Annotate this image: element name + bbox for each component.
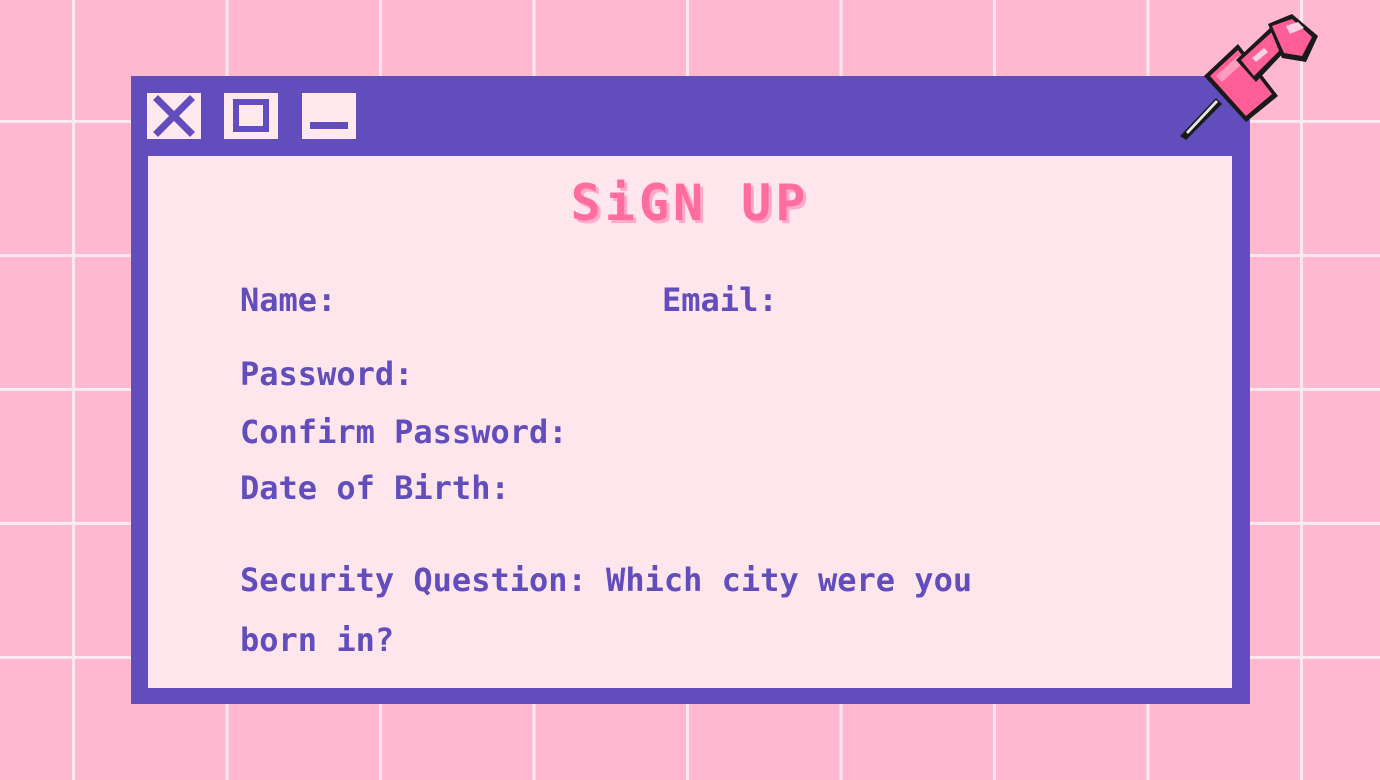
password-field-label[interactable]: Password: xyxy=(240,358,413,390)
minimize-button[interactable] xyxy=(302,93,356,139)
minimize-icon xyxy=(310,122,348,129)
email-field-label[interactable]: Email: xyxy=(662,284,778,316)
close-button[interactable] xyxy=(147,93,201,139)
form-panel: SiGN UP Name: Email: Password: Confirm P… xyxy=(148,156,1232,688)
confirm-password-field-label[interactable]: Confirm Password: xyxy=(240,416,568,448)
close-icon xyxy=(153,95,195,137)
page-title: SiGN UP xyxy=(570,174,810,232)
pushpin-icon xyxy=(1180,14,1318,140)
name-field-label[interactable]: Name: xyxy=(240,284,336,316)
security-question-label[interactable]: Security Question: Which city were you b… xyxy=(240,550,1040,670)
maximize-icon xyxy=(233,99,269,132)
signup-window: SiGN UP Name: Email: Password: Confirm P… xyxy=(131,76,1250,704)
date-of-birth-field-label[interactable]: Date of Birth: xyxy=(240,472,510,504)
maximize-button[interactable] xyxy=(224,93,278,139)
